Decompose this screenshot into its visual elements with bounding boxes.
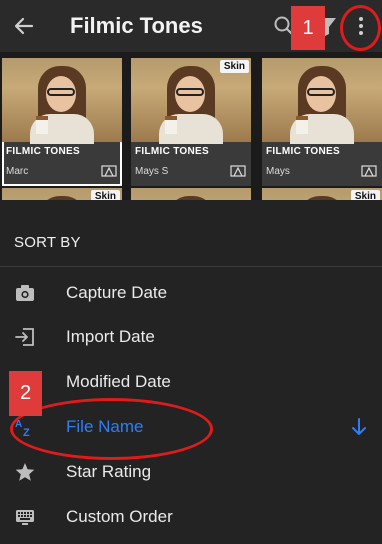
preset-thumbnail[interactable]: Skin	[2, 188, 122, 200]
import-icon	[15, 328, 34, 346]
keyboard-icon	[16, 510, 34, 525]
annotation-marker: 1	[291, 6, 325, 50]
sort-by-sheet: SORT BY Capture Date Import Date Modifie…	[0, 200, 382, 544]
skin-badge: Skin	[219, 60, 249, 73]
preset-preview-image	[262, 58, 382, 144]
sort-option-star-rating[interactable]: Star Rating	[0, 450, 382, 494]
annotation-circle	[340, 5, 381, 51]
preset-author: Mays	[266, 166, 290, 177]
author-logo-icon	[101, 165, 117, 177]
sort-option-custom-order[interactable]: Custom Order	[0, 495, 382, 539]
preset-name: FILMIC TONES	[135, 146, 209, 157]
skin-badge: Skin	[350, 190, 380, 200]
annotation-marker: 2	[9, 371, 42, 416]
sort-direction-down-icon[interactable]	[350, 417, 368, 437]
preset-preview-image	[131, 188, 251, 200]
sort-option-label: Modified Date	[66, 372, 171, 391]
preset-preview-image	[2, 58, 122, 144]
sort-option-label: Import Date	[66, 327, 155, 346]
sort-option-label: Custom Order	[66, 507, 173, 526]
sort-option-modified-date[interactable]: Modified Date	[0, 360, 382, 404]
preset-thumbnail[interactable]: FILMIC TONES Marc	[2, 58, 122, 186]
preset-thumbnail[interactable]: FILMIC TONES Mays	[262, 58, 382, 186]
sheet-title: SORT BY	[14, 234, 81, 251]
author-logo-icon	[230, 165, 246, 177]
sort-option-capture-date[interactable]: Capture Date	[0, 271, 382, 315]
back-arrow-icon[interactable]	[10, 12, 38, 40]
star-icon	[15, 463, 35, 481]
preset-thumbnail[interactable]: Skin	[262, 188, 382, 200]
camera-icon	[16, 285, 34, 301]
divider	[0, 266, 382, 267]
sort-option-label: Star Rating	[66, 462, 152, 481]
sort-option-import-date[interactable]: Import Date	[0, 315, 382, 359]
preset-thumbnail[interactable]	[131, 188, 251, 200]
author-logo-icon	[361, 165, 377, 177]
preset-name: FILMIC TONES	[6, 146, 80, 157]
page-title: Filmic Tones	[70, 13, 203, 38]
sort-option-label: Capture Date	[66, 283, 168, 302]
preset-thumbnail[interactable]: Skin FILMIC TONES Mays S	[131, 58, 251, 186]
preset-thumbnail-grid: FILMIC TONES Marc Skin FILMIC TONES Mays…	[0, 52, 382, 200]
preset-author: Marc	[6, 166, 29, 177]
skin-badge: Skin	[90, 190, 120, 200]
preset-author: Mays S	[135, 166, 169, 177]
preset-name: FILMIC TONES	[266, 146, 340, 157]
